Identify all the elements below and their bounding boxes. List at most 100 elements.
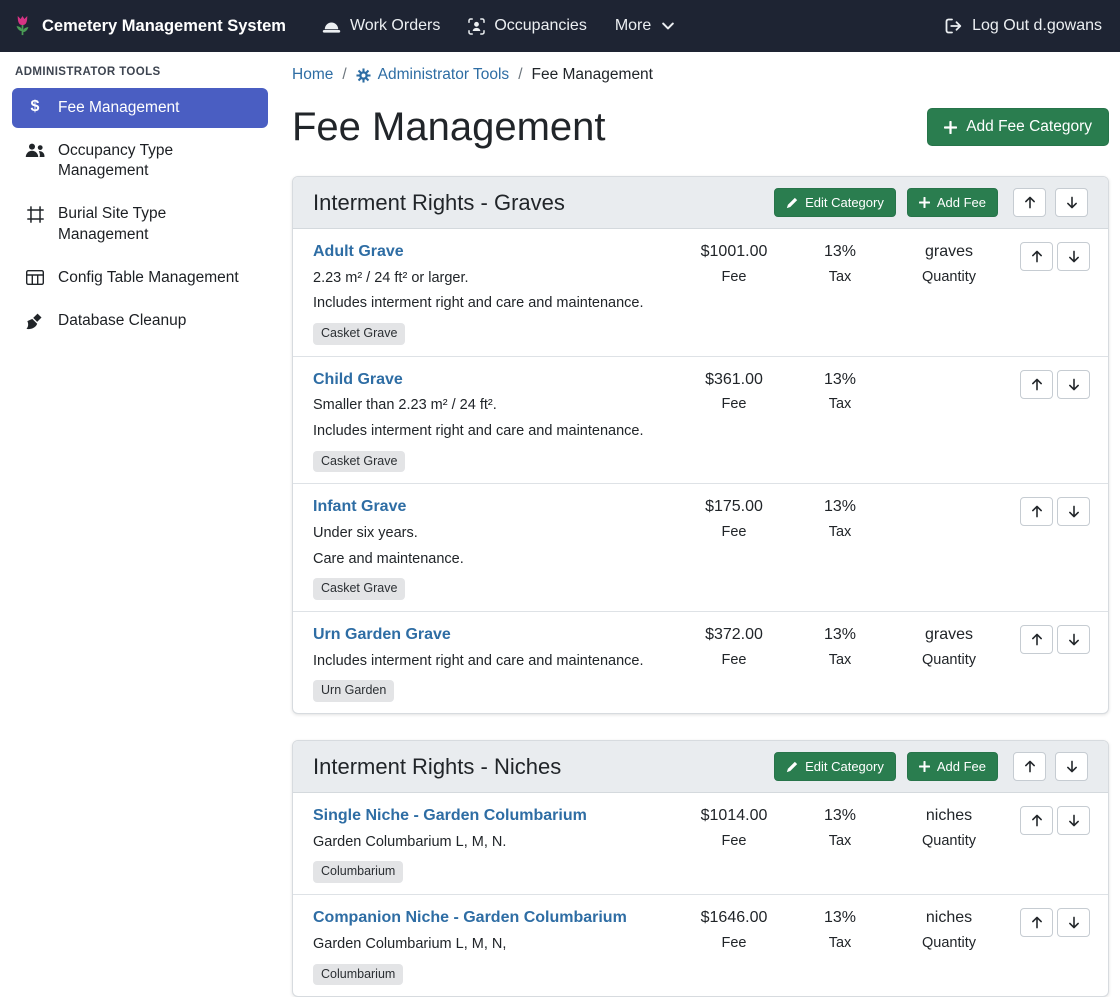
occupancy-frame-icon: [468, 18, 485, 35]
sidebar-item-fee-management[interactable]: $ Fee Management: [12, 88, 268, 128]
page-header: Fee Management Add Fee Category: [292, 104, 1109, 150]
add-fee-label: Add Fee: [937, 195, 986, 210]
sidebar-item-database-cleanup[interactable]: Database Cleanup: [12, 301, 268, 341]
fee-amount-column: $175.00 Fee: [678, 497, 790, 540]
category-title: Interment Rights - Graves: [313, 190, 774, 216]
quantity-label: Quantity: [890, 652, 1008, 668]
fee-row: Adult Grave 2.23 m² / 24 ft² or larger. …: [293, 229, 1108, 357]
move-fee-down-button[interactable]: [1057, 370, 1090, 399]
edit-category-button[interactable]: Edit Category: [774, 752, 896, 781]
sidebar-item-label: Fee Management: [58, 98, 180, 118]
fee-description: Includes interment right and care and ma…: [313, 652, 672, 672]
add-fee-button[interactable]: Add Fee: [907, 188, 998, 217]
fee-type-badge: Urn Garden: [313, 680, 394, 702]
fee-row: Companion Niche - Garden Columbarium Gar…: [293, 895, 1108, 996]
move-category-up-button[interactable]: [1013, 188, 1046, 217]
move-fee-up-button[interactable]: [1020, 908, 1053, 937]
nav-item-more[interactable]: More: [601, 9, 688, 43]
fee-reorder-controls: [1020, 908, 1090, 937]
fee-amount-column: $1014.00 Fee: [678, 806, 790, 849]
fee-amount-label: Fee: [678, 269, 790, 285]
fee-name-link[interactable]: Infant Grave: [313, 497, 406, 518]
nav-item-work-orders[interactable]: Work Orders: [308, 9, 454, 43]
fee-name-link[interactable]: Single Niche - Garden Columbarium: [313, 806, 587, 827]
quantity-label: Quantity: [890, 833, 1008, 849]
fee-description: Garden Columbarium L, M, N,: [313, 935, 672, 955]
move-fee-up-button[interactable]: [1020, 242, 1053, 271]
sidebar-item-label: Database Cleanup: [58, 311, 186, 331]
tax-label: Tax: [790, 269, 890, 285]
breadcrumb-admin-tools-link[interactable]: Administrator Tools: [356, 66, 510, 84]
sidebar-item-config-table-management[interactable]: Config Table Management: [12, 258, 268, 298]
tax-column: 13% Tax: [790, 625, 890, 668]
fee-amount-column: $1646.00 Fee: [678, 908, 790, 951]
nav-item-occupancies[interactable]: Occupancies: [454, 9, 601, 43]
breadcrumb-separator: /: [342, 66, 346, 84]
tax-column: 13% Tax: [790, 242, 890, 285]
sidebar-item-burial-site-type-management[interactable]: Burial Site Type Management: [12, 194, 268, 254]
add-fee-category-button[interactable]: Add Fee Category: [927, 108, 1109, 146]
tax-label: Tax: [790, 396, 890, 412]
fee-category-card-graves: Interment Rights - Graves Edit Category: [292, 176, 1109, 714]
quantity-label: Quantity: [890, 269, 1008, 285]
broom-icon: [24, 313, 46, 330]
tax-value: 13%: [790, 370, 890, 391]
move-fee-down-button[interactable]: [1057, 908, 1090, 937]
fee-reorder-controls: [1020, 806, 1090, 835]
move-category-up-button[interactable]: [1013, 752, 1046, 781]
category-reorder-controls: [1013, 188, 1088, 217]
fee-description: Includes interment right and care and ma…: [313, 422, 672, 442]
move-fee-up-button[interactable]: [1020, 806, 1053, 835]
fee-row: Infant Grave Under six years. Care and m…: [293, 484, 1108, 612]
move-fee-down-button[interactable]: [1057, 625, 1090, 654]
fee-description: Garden Columbarium L, M, N.: [313, 833, 672, 853]
fee-amount-label: Fee: [678, 524, 790, 540]
move-category-down-button[interactable]: [1055, 752, 1088, 781]
logout-label: Log Out d.gowans: [972, 17, 1102, 35]
add-fee-button[interactable]: Add Fee: [907, 752, 998, 781]
move-fee-up-button[interactable]: [1020, 497, 1053, 526]
dollar-icon: $: [24, 99, 46, 115]
nav-items: Work Orders Occupancies: [308, 9, 688, 43]
sidebar-item-occupancy-type-management[interactable]: Occupancy Type Management: [12, 131, 268, 191]
fee-name-link[interactable]: Urn Garden Grave: [313, 625, 451, 646]
move-fee-down-button[interactable]: [1057, 242, 1090, 271]
move-fee-up-button[interactable]: [1020, 370, 1053, 399]
table-icon: [24, 270, 46, 285]
brand[interactable]: Cemetery Management System: [12, 14, 286, 39]
logout-button[interactable]: Log Out d.gowans: [945, 17, 1102, 35]
quantity-label: Quantity: [890, 935, 1008, 951]
fee-type-badge: Columbarium: [313, 861, 403, 883]
fee-info: Adult Grave 2.23 m² / 24 ft² or larger. …: [313, 242, 678, 345]
plus-icon: [919, 761, 930, 772]
quantity-value: graves: [890, 242, 1008, 263]
breadcrumb: Home /: [292, 66, 1109, 84]
move-fee-down-button[interactable]: [1057, 497, 1090, 526]
move-fee-down-button[interactable]: [1057, 806, 1090, 835]
nav-label: Occupancies: [494, 17, 587, 35]
fee-name-link[interactable]: Adult Grave: [313, 242, 404, 263]
fee-type-badge: Casket Grave: [313, 451, 405, 473]
arrow-down-icon: [1066, 760, 1078, 773]
arrow-down-icon: [1068, 916, 1080, 929]
fee-amount: $372.00: [678, 625, 790, 646]
fee-name-link[interactable]: Child Grave: [313, 370, 403, 391]
add-fee-label: Add Fee: [937, 759, 986, 774]
app-title: Cemetery Management System: [42, 17, 286, 36]
move-category-down-button[interactable]: [1055, 188, 1088, 217]
tax-value: 13%: [790, 908, 890, 929]
breadcrumb-home-link[interactable]: Home: [292, 66, 333, 84]
arrow-down-icon: [1068, 814, 1080, 827]
breadcrumb-current: Fee Management: [532, 66, 654, 84]
arrow-up-icon: [1031, 916, 1043, 929]
main-content: Home /: [280, 52, 1120, 939]
fee-name-link[interactable]: Companion Niche - Garden Columbarium: [313, 908, 627, 929]
fee-reorder-controls: [1020, 497, 1090, 526]
fee-reorder-controls: [1020, 370, 1090, 399]
move-fee-up-button[interactable]: [1020, 625, 1053, 654]
gear-icon: [356, 68, 371, 83]
edit-category-button[interactable]: Edit Category: [774, 188, 896, 217]
fee-info: Urn Garden Grave Includes interment righ…: [313, 625, 678, 702]
fee-info: Infant Grave Under six years. Care and m…: [313, 497, 678, 600]
fee-amount-label: Fee: [678, 396, 790, 412]
